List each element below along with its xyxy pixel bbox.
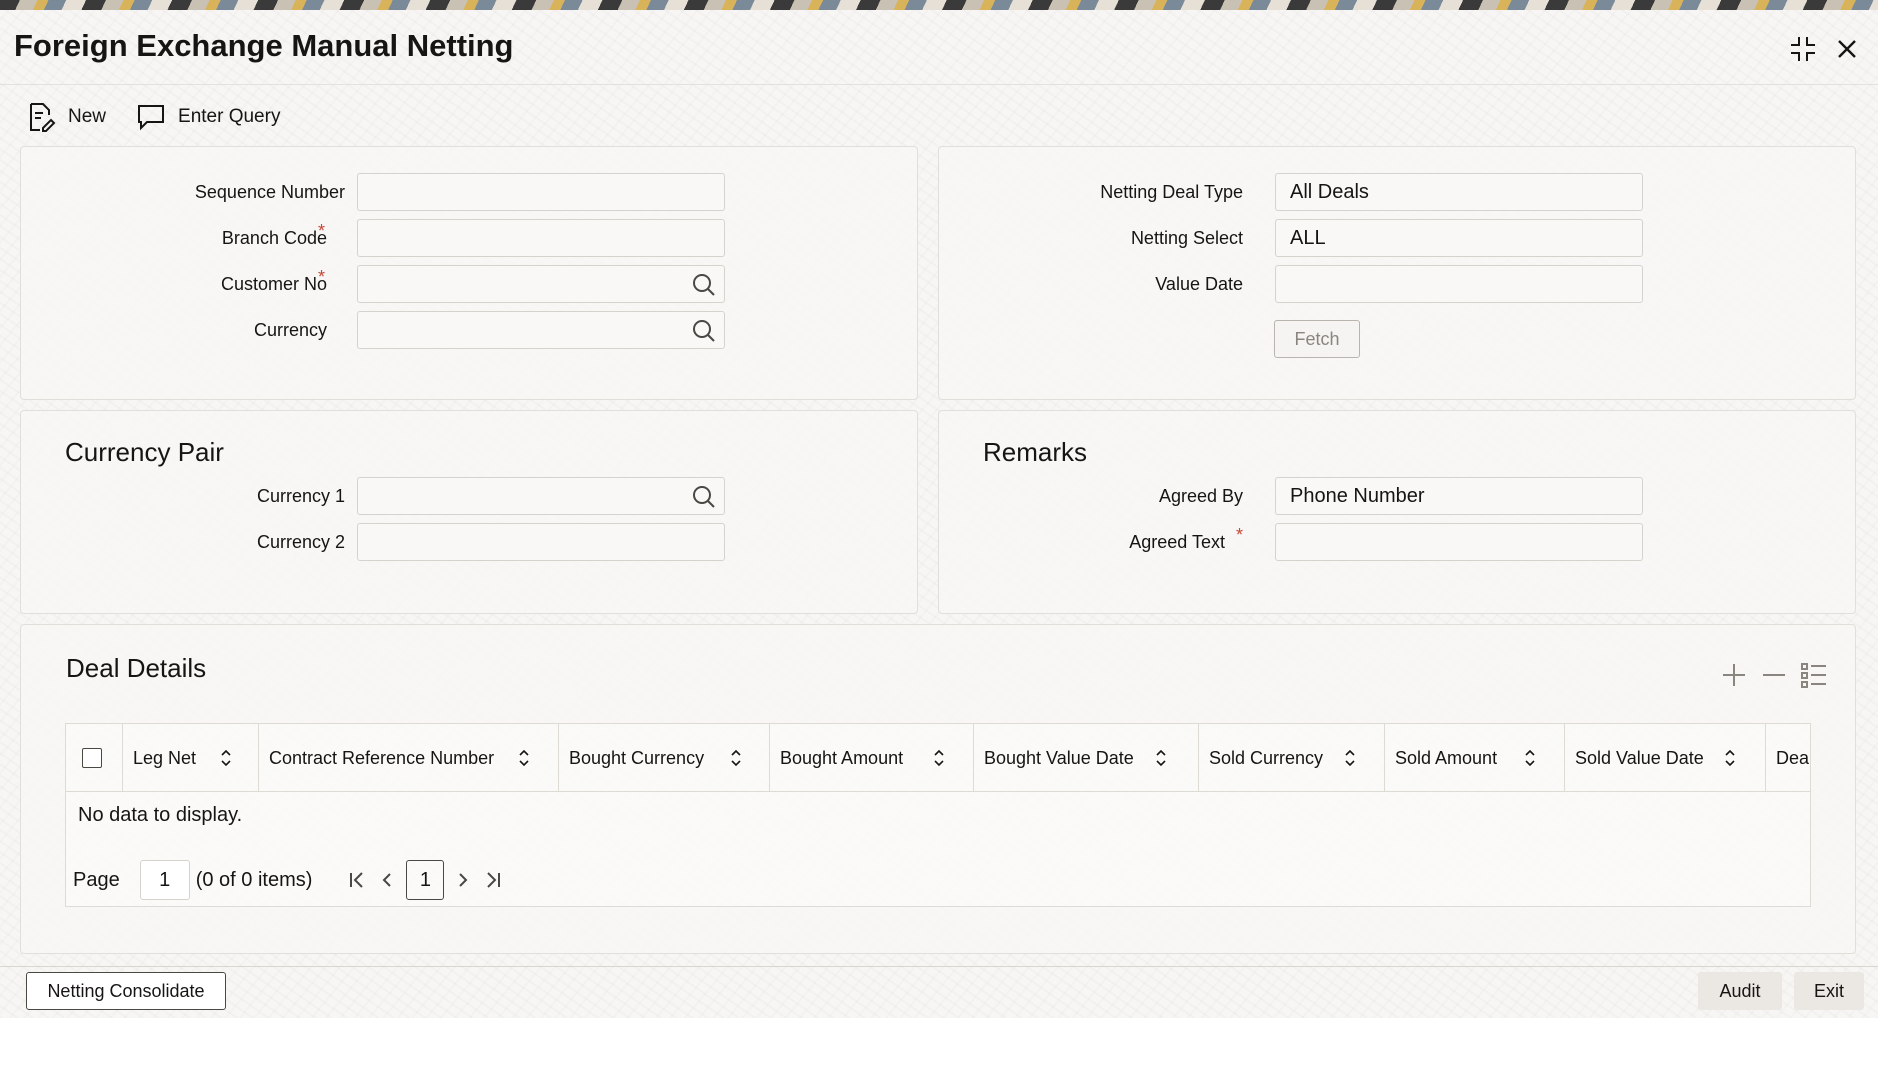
agreed-by-select[interactable]: Phone Number [1275,477,1643,515]
remarks-title: Remarks [983,437,1088,467]
currency2-input[interactable] [357,523,725,561]
remove-row-icon[interactable] [1760,661,1788,689]
value-date-label: Value Date [1155,274,1243,294]
sequence-number-input[interactable] [357,173,725,211]
netting-deal-type-select[interactable]: All Deals [1275,173,1643,211]
footer-divider [0,966,1878,967]
add-row-icon[interactable] [1720,661,1748,689]
netting-select-label: Netting Select [1130,228,1243,248]
value-date-input[interactable] [1275,265,1643,303]
new-button[interactable]: New [26,98,106,136]
new-label: New [68,106,107,127]
empty-table-message: No data to display. [78,804,243,826]
currency1-label: Currency 1 [256,486,345,506]
branch-code-label: Branch Code [221,228,327,248]
currency2-label: Currency 2 [256,532,345,552]
column-header-leg-net[interactable]: Leg Net [123,724,259,792]
previous-page-icon[interactable] [372,860,402,900]
dialog-window: Foreign Exchange Manual Netting New Ente… [0,10,1878,1018]
column-header-label: Contract Reference Number [269,747,495,768]
list-view-icon[interactable] [1800,661,1828,689]
exit-button[interactable]: Exit [1794,972,1864,1010]
branch-code-input[interactable] [357,219,725,257]
sort-icon[interactable] [1723,747,1737,769]
column-header-sold-amount[interactable]: Sold Amount [1385,724,1565,792]
select-all-column [66,724,123,792]
currency-pair-panel: Currency Pair Currency 1 Currency 2 [20,410,918,614]
currency-label: Currency [253,320,327,340]
table-header: Leg Net Contract Reference Number Bought… [66,724,1811,792]
items-count: (0 of 0 items) [195,868,313,891]
toolbar: New Enter Query [26,98,280,136]
chat-bubble-icon [138,105,165,131]
first-page-icon[interactable] [342,860,372,900]
agreed-text-input[interactable] [1275,523,1643,561]
select-all-checkbox[interactable] [82,748,102,768]
sort-icon[interactable] [932,747,946,769]
sequence-number-label: Sequence Number [194,182,345,202]
column-header-sold-currency[interactable]: Sold Currency [1199,724,1385,792]
customer-no-input[interactable] [357,265,725,303]
agreed-text-label: Agreed Text [1129,532,1225,552]
column-header-sold-value-date[interactable]: Sold Value Date [1565,724,1766,792]
close-icon[interactable] [1830,32,1864,66]
title-divider [0,84,1878,85]
column-header-label: Deal [1776,747,1811,768]
header-banner-strip [0,0,1878,10]
sort-icon[interactable] [219,747,233,769]
audit-button[interactable]: Audit [1698,972,1782,1010]
column-header-bought-value-date[interactable]: Bought Value Date [974,724,1199,792]
sort-icon[interactable] [729,747,743,769]
fetch-button[interactable]: Fetch [1274,320,1360,358]
netting-consolidate-button[interactable]: Netting Consolidate [26,972,226,1010]
required-marker: * [1236,525,1244,545]
enter-query-label: Enter Query [178,106,281,127]
main-form-right-panel: Netting Deal Type All Deals Netting Sele… [938,146,1856,400]
netting-select-select[interactable]: ALL [1275,219,1643,257]
required-marker: * [318,221,326,241]
column-header-bought-amount[interactable]: Bought Amount [770,724,974,792]
grid-toolbar [1720,661,1828,689]
enter-query-button[interactable]: Enter Query [136,98,280,136]
currency-input[interactable] [357,311,725,349]
column-header-bought-currency[interactable]: Bought Currency [559,724,770,792]
column-header-label: Bought Amount [780,747,904,768]
page-label: Page [73,868,120,891]
column-header-contract-reference-number[interactable]: Contract Reference Number [259,724,559,792]
column-header-deal[interactable]: Deal [1766,724,1811,792]
page-number-input[interactable]: 1 [139,860,190,900]
search-icon[interactable] [692,485,716,509]
netting-deal-type-label: Netting Deal Type [1100,182,1243,202]
remarks-panel: Remarks Agreed By Phone Number Agreed Te… [938,410,1856,614]
customer-no-label: Customer No [220,274,327,294]
agreed-by-label: Agreed By [1158,486,1243,506]
currency-pair-title: Currency Pair [65,437,224,467]
new-document-icon [30,103,56,132]
sort-icon[interactable] [517,747,531,769]
column-header-label: Leg Net [133,747,197,768]
deal-details-table: Leg Net Contract Reference Number Bought… [65,723,1811,907]
last-page-icon[interactable] [478,860,508,900]
next-page-icon[interactable] [448,860,478,900]
column-header-label: Bought Value Date [984,747,1134,768]
main-form-left-panel: Sequence Number Branch Code * Customer N… [20,146,918,400]
column-header-label: Bought Currency [569,747,705,768]
column-header-label: Sold Currency [1209,747,1324,768]
compress-icon[interactable] [1786,32,1820,66]
window-controls [1786,32,1864,66]
page-title: Foreign Exchange Manual Netting [14,28,514,63]
column-header-label: Sold Amount [1395,747,1498,768]
search-icon[interactable] [692,273,716,297]
deal-details-title: Deal Details [66,653,207,683]
sort-icon[interactable] [1343,747,1357,769]
search-icon[interactable] [692,319,716,343]
required-marker: * [318,267,326,287]
pagination: Page 1 (0 of 0 items) 1 [72,860,508,900]
sort-icon[interactable] [1523,747,1537,769]
column-header-label: Sold Value Date [1575,747,1704,768]
currency1-input[interactable] [357,477,725,515]
current-page-button[interactable]: 1 [406,860,445,900]
sort-icon[interactable] [1154,747,1168,769]
